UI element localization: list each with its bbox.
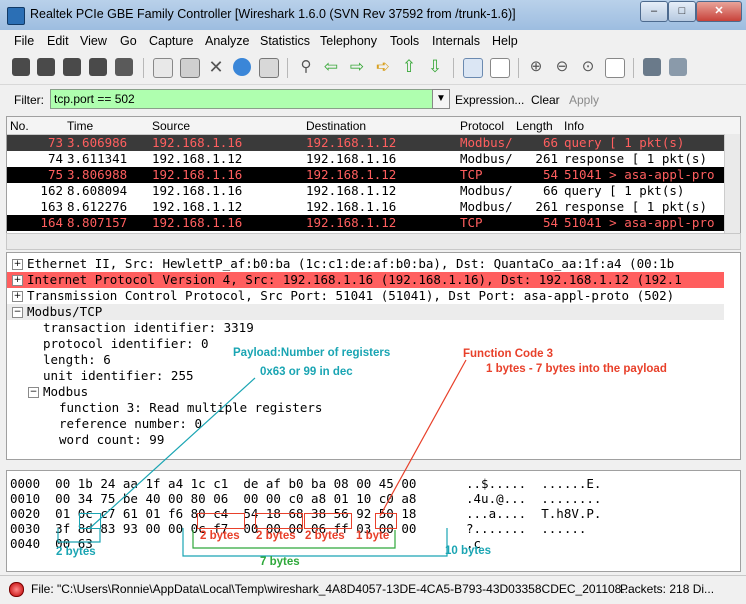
expert-info-icon[interactable] bbox=[9, 582, 24, 597]
teal-underline-2bytes bbox=[57, 528, 101, 543]
function-code-box bbox=[375, 513, 397, 529]
status-file-path: File: "C:\Users\Ronnie\AppData\Local\Tem… bbox=[31, 582, 632, 596]
status-packet-count: Packets: 218 Di... bbox=[620, 582, 715, 596]
annotation-lines bbox=[57, 359, 467, 557]
label-2bytes-c: 2 bytes bbox=[305, 530, 345, 542]
function-code-pointer-line bbox=[379, 359, 467, 517]
label-2bytes-payload: 2 bytes bbox=[56, 546, 96, 558]
label-2bytes-a: 2 bytes bbox=[200, 530, 240, 542]
label-2bytes-b: 2 bytes bbox=[256, 530, 296, 542]
label-10bytes: 10 bytes bbox=[445, 545, 492, 557]
payload-pointer-line bbox=[89, 377, 256, 529]
payload-byte-box bbox=[79, 513, 101, 529]
label-1byte: 1 byte bbox=[356, 530, 390, 542]
protocol-id-box bbox=[255, 513, 303, 529]
transaction-id-box bbox=[197, 513, 245, 529]
length-box bbox=[304, 513, 352, 529]
label-7bytes: 7 bytes bbox=[260, 556, 300, 568]
status-bar: File: "C:\Users\Ronnie\AppData\Local\Tem… bbox=[0, 575, 746, 604]
